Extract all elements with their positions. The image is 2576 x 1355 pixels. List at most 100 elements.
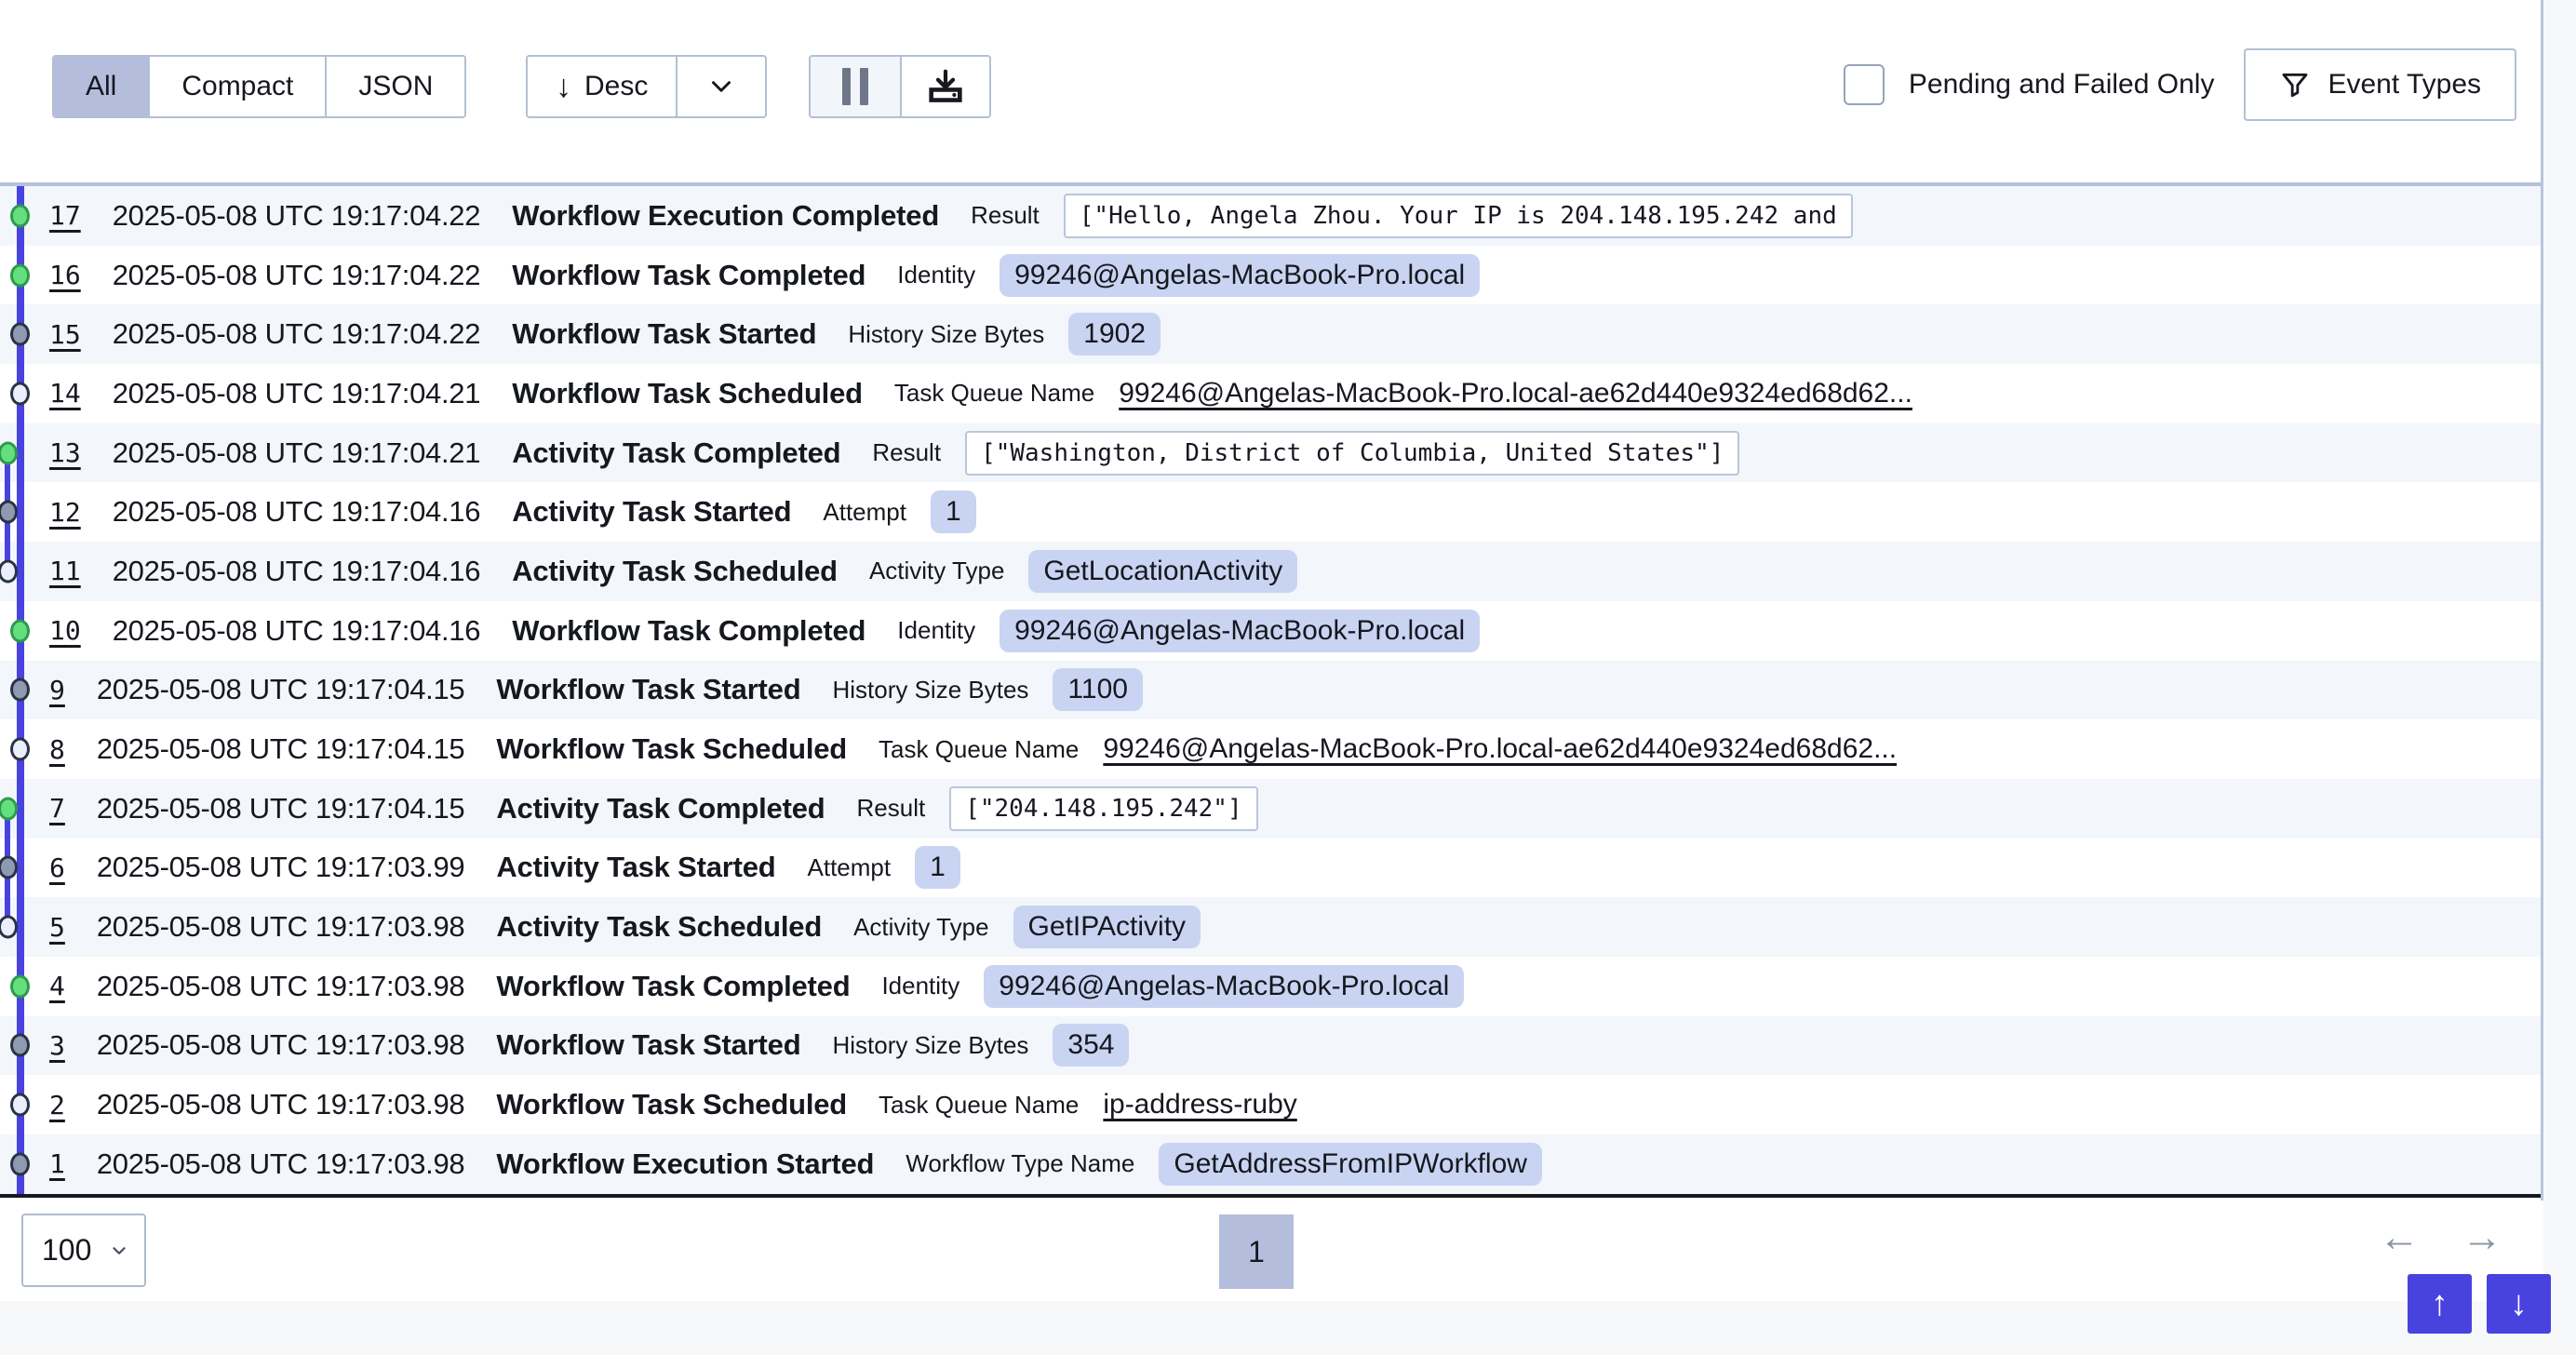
event-history-panel: All Compact JSON ↓ Desc <box>0 0 2543 1301</box>
download-button[interactable] <box>900 57 989 116</box>
event-detail: Result ["204.148.195.242"] <box>857 786 1258 831</box>
pending-failed-checkbox[interactable] <box>1844 64 1885 105</box>
event-id[interactable]: 16 <box>49 260 81 290</box>
event-row[interactable]: 10 2025-05-08 UTC 19:17:04.16 Workflow T… <box>0 601 2541 661</box>
detail-value[interactable]: 99246@Angelas-MacBook-Pro.local-ae62d440… <box>1103 733 1897 765</box>
chevron-down-icon <box>705 71 737 102</box>
event-id[interactable]: 15 <box>49 319 81 350</box>
event-id[interactable]: 10 <box>49 615 81 646</box>
scroll-to-bottom-button[interactable]: ↓ <box>2487 1274 2551 1334</box>
download-icon <box>924 65 967 108</box>
event-time: 2025-05-08 UTC 19:17:04.15 <box>97 673 464 706</box>
event-id[interactable]: 14 <box>49 378 81 409</box>
event-id[interactable]: 11 <box>49 556 81 586</box>
tab-json[interactable]: JSON <box>325 57 464 116</box>
pause-icon <box>842 68 851 105</box>
page-size-select[interactable]: 100 <box>21 1214 146 1287</box>
event-row[interactable]: 13 2025-05-08 UTC 19:17:04.21 Activity T… <box>0 423 2541 483</box>
event-detail: Attempt 1 <box>808 846 960 889</box>
event-id[interactable]: 3 <box>49 1030 65 1061</box>
detail-value: 99246@Angelas-MacBook-Pro.local <box>1000 254 1480 297</box>
event-row[interactable]: 5 2025-05-08 UTC 19:17:03.98 Activity Ta… <box>0 897 2541 957</box>
event-row[interactable]: 7 2025-05-08 UTC 19:17:04.15 Activity Ta… <box>0 779 2541 838</box>
next-page-arrow[interactable]: → <box>2462 1217 2502 1258</box>
event-name: Workflow Task Completed <box>512 614 865 648</box>
event-row[interactable]: 3 2025-05-08 UTC 19:17:03.98 Workflow Ta… <box>0 1016 2541 1076</box>
detail-key: History Size Bytes <box>832 676 1028 704</box>
status-dot <box>10 204 30 227</box>
detail-value[interactable]: ip-address-ruby <box>1103 1089 1296 1120</box>
event-row[interactable]: 9 2025-05-08 UTC 19:17:04.15 Workflow Ta… <box>0 661 2541 720</box>
event-history-toolbar: All Compact JSON ↓ Desc <box>0 0 2541 182</box>
previous-page-arrow[interactable]: ← <box>2379 1217 2420 1258</box>
tab-all[interactable]: All <box>54 57 148 116</box>
event-id[interactable]: 5 <box>49 912 65 943</box>
event-detail: Identity 99246@Angelas-MacBook-Pro.local <box>897 254 1480 297</box>
event-name: Workflow Task Started <box>512 317 816 351</box>
event-row[interactable]: 17 2025-05-08 UTC 19:17:04.22 Workflow E… <box>0 186 2541 246</box>
event-time: 2025-05-08 UTC 19:17:03.99 <box>97 851 464 884</box>
detail-key: Result <box>872 438 941 467</box>
event-id[interactable]: 2 <box>49 1090 65 1120</box>
scroll-to-top-button[interactable]: ↑ <box>2408 1274 2472 1334</box>
event-id[interactable]: 17 <box>49 200 81 231</box>
event-id[interactable]: 4 <box>49 971 65 1001</box>
event-id[interactable]: 9 <box>49 675 65 705</box>
event-id[interactable]: 7 <box>49 793 65 824</box>
detail-value: GetAddressFromIPWorkflow <box>1159 1143 1542 1186</box>
event-row[interactable]: 4 2025-05-08 UTC 19:17:03.98 Workflow Ta… <box>0 957 2541 1016</box>
event-name: Activity Task Completed <box>496 792 825 825</box>
tab-compact[interactable]: Compact <box>148 57 325 116</box>
detail-key: History Size Bytes <box>832 1031 1028 1060</box>
event-rows: 17 2025-05-08 UTC 19:17:04.22 Workflow E… <box>0 186 2541 1194</box>
event-row[interactable]: 8 2025-05-08 UTC 19:17:04.15 Workflow Ta… <box>0 719 2541 779</box>
detail-key: Task Queue Name <box>879 1091 1079 1120</box>
event-detail: Result ["Hello, Angela Zhou. Your IP is … <box>971 194 1853 238</box>
event-name: Activity Task Started <box>512 495 791 529</box>
event-row[interactable]: 6 2025-05-08 UTC 19:17:03.99 Activity Ta… <box>0 838 2541 898</box>
pause-button[interactable] <box>811 57 900 116</box>
event-name: Activity Task Completed <box>512 436 840 470</box>
status-dot <box>10 678 30 702</box>
event-types-filter-button[interactable]: Event Types <box>2244 48 2516 121</box>
event-time: 2025-05-08 UTC 19:17:04.21 <box>113 436 480 470</box>
event-row[interactable]: 16 2025-05-08 UTC 19:17:04.22 Workflow T… <box>0 246 2541 305</box>
event-id[interactable]: 13 <box>49 437 81 468</box>
event-id[interactable]: 8 <box>49 734 65 765</box>
event-row[interactable]: 1 2025-05-08 UTC 19:17:03.98 Workflow Ex… <box>0 1134 2541 1194</box>
event-id[interactable]: 12 <box>49 497 81 528</box>
event-detail: History Size Bytes 354 <box>832 1024 1129 1067</box>
event-row[interactable]: 2 2025-05-08 UTC 19:17:03.98 Workflow Ta… <box>0 1075 2541 1134</box>
detail-key: Identity <box>897 261 975 289</box>
event-detail: History Size Bytes 1902 <box>848 313 1161 356</box>
pending-failed-toggle[interactable]: Pending and Failed Only <box>1844 64 2215 105</box>
event-detail: Identity 99246@Angelas-MacBook-Pro.local <box>881 965 1464 1008</box>
event-id[interactable]: 6 <box>49 852 65 883</box>
detail-key: History Size Bytes <box>848 320 1044 349</box>
event-detail: History Size Bytes 1100 <box>832 668 1142 711</box>
event-name: Activity Task Scheduled <box>496 910 822 944</box>
detail-value: 99246@Angelas-MacBook-Pro.local <box>1000 610 1480 652</box>
toolbar-filters: Pending and Failed Only Event Types <box>1844 48 2516 121</box>
event-row[interactable]: 11 2025-05-08 UTC 19:17:04.16 Activity T… <box>0 542 2541 601</box>
event-row[interactable]: 14 2025-05-08 UTC 19:17:04.21 Workflow T… <box>0 364 2541 423</box>
pagination-bar: 100 1 ← → <box>0 1201 2543 1301</box>
sort-desc-button[interactable]: ↓ Desc <box>528 57 676 116</box>
event-row[interactable]: 12 2025-05-08 UTC 19:17:04.16 Activity T… <box>0 482 2541 542</box>
detail-key: Activity Type <box>869 557 1004 585</box>
event-row[interactable]: 15 2025-05-08 UTC 19:17:04.22 Workflow T… <box>0 304 2541 364</box>
event-time: 2025-05-08 UTC 19:17:04.16 <box>113 495 480 529</box>
page-1-button[interactable]: 1 <box>1219 1214 1294 1289</box>
status-dot <box>0 441 18 464</box>
view-mode-tabs: All Compact JSON <box>52 55 466 118</box>
detail-value[interactable]: 99246@Angelas-MacBook-Pro.local-ae62d440… <box>1119 378 1912 409</box>
event-detail: Result ["Washington, District of Columbi… <box>872 431 1739 476</box>
detail-key: Workflow Type Name <box>906 1149 1134 1178</box>
event-name: Workflow Task Completed <box>512 259 865 292</box>
detail-key: Activity Type <box>853 913 988 942</box>
detail-value: ["Washington, District of Columbia, Unit… <box>965 431 1739 476</box>
sort-label: Desc <box>584 71 648 102</box>
sort-options-dropdown[interactable] <box>676 57 765 116</box>
event-id[interactable]: 1 <box>49 1148 65 1179</box>
detail-key: Identity <box>897 616 975 645</box>
